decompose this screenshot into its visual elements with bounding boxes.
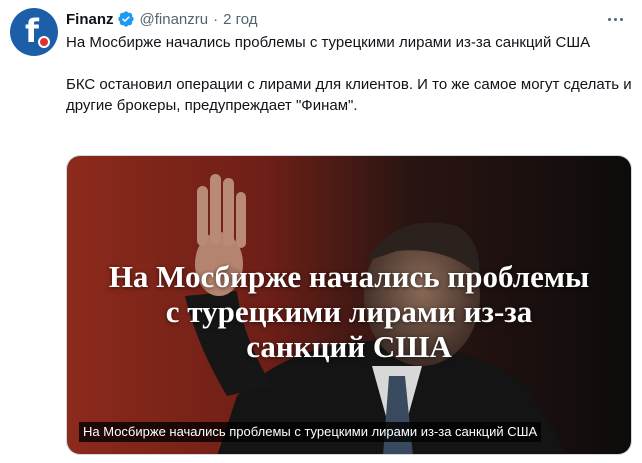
media-headline-line-1: На Мосбирже начались проблемы bbox=[108, 259, 590, 294]
more-options-icon[interactable] bbox=[602, 6, 628, 32]
tweet-header: Finanz @finanzru · 2 год bbox=[66, 8, 628, 30]
verified-badge-icon bbox=[117, 11, 134, 27]
tweet-paragraph-2: БКС остановил операции с лирами для клие… bbox=[66, 76, 632, 114]
media-headline-line-3: санкций США bbox=[246, 329, 452, 364]
author-display-name[interactable]: Finanz bbox=[66, 11, 114, 28]
avatar[interactable]: f bbox=[10, 8, 58, 56]
author-handle[interactable]: @finanzru bbox=[140, 11, 209, 28]
media-headline-line-2: с турецкими лирами из-за bbox=[165, 294, 533, 329]
media-caption: На Мосбирже начались проблемы с турецким… bbox=[79, 422, 542, 442]
tweet-timestamp[interactable]: 2 год bbox=[223, 11, 257, 28]
media-headline: На Мосбирже начались проблемы с турецким… bbox=[67, 259, 631, 364]
tweet-media-image[interactable]: На Мосбирже начались проблемы с турецким… bbox=[66, 155, 632, 455]
avatar-logo-letter: f bbox=[25, 12, 39, 50]
tweet-text: На Мосбирже начались проблемы с турецким… bbox=[66, 32, 632, 116]
tweet-card[interactable]: f Finanz @finanzru · 2 год На Мосбирже н… bbox=[0, 0, 642, 463]
avatar-logo-dot bbox=[38, 36, 50, 48]
tweet-paragraph-1: На Мосбирже начались проблемы с турецким… bbox=[66, 34, 591, 51]
header-separator: · bbox=[213, 10, 219, 28]
